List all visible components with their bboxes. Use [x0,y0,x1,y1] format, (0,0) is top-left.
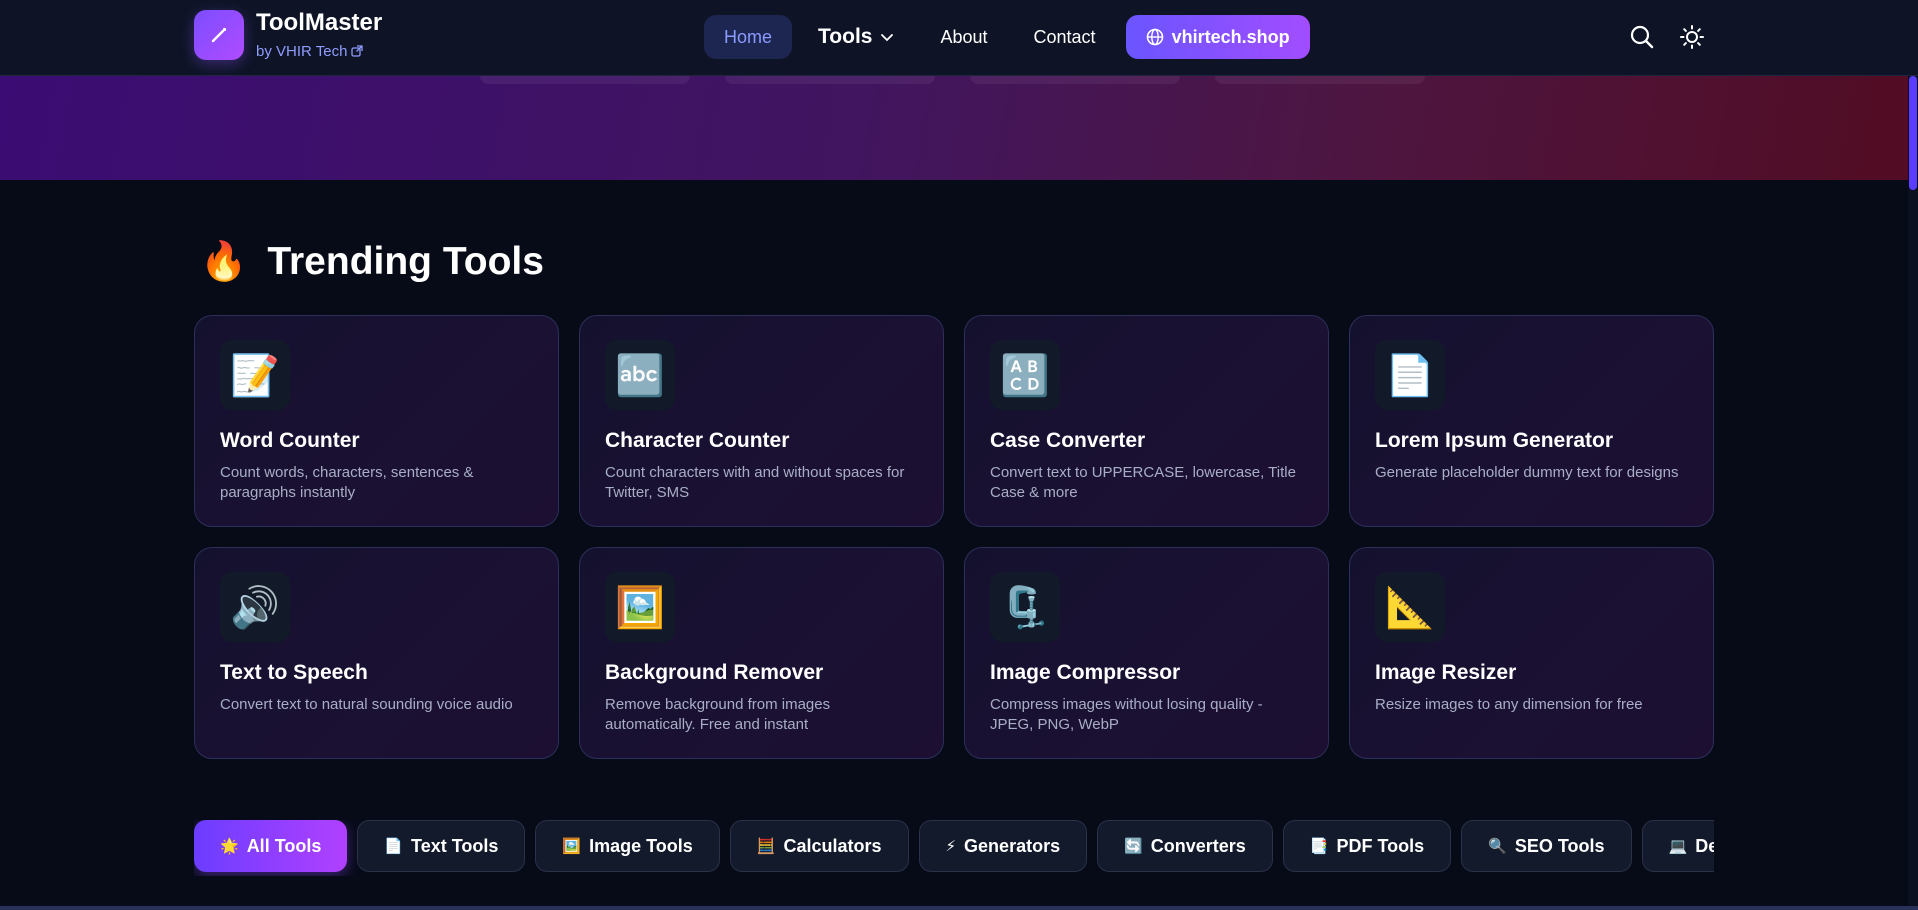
globe-icon [1146,28,1163,46]
tool-card-title: Character Counter [605,429,790,452]
brand-name: ToolMaster [256,8,383,36]
tab-seo-tools[interactable]: 🔍 SEO Tools [1461,820,1632,872]
hero-stat-pill [725,76,935,84]
star-icon: 🌟 [220,838,239,855]
tool-card-word-counter[interactable]: 📝 Word Counter Count words, characters, … [194,315,559,527]
tool-card-image-resizer[interactable]: 📐 Image Resizer Resize images to any dim… [1349,547,1714,759]
tool-card-desc: Compress images without losing quality -… [990,696,1263,733]
tab-calculators[interactable]: 🧮 Calculators [729,820,909,872]
magic-wand-icon [194,10,244,60]
clamp-icon: 🗜️ [990,572,1060,642]
document-icon: 📄 [1375,340,1445,410]
tab-label: Converters [1150,835,1246,856]
tool-card-title: Word Counter [220,429,360,452]
main-nav: Home Tools About Contact vhirtech.shop [704,15,1316,59]
speaker-icon: 🔊 [220,572,290,642]
brand-sub-link[interactable]: by VHIR Tech [256,43,382,60]
tool-card-lorem-ipsum[interactable]: 📄 Lorem Ipsum Generator Generate placeho… [1349,315,1714,527]
laptop-icon: 💻 [1668,838,1688,855]
tab-label: Generators [964,835,1061,856]
hero-stat-pill [970,76,1180,84]
category-tabs: 🌟 All Tools 📄 Text Tools 🖼️ Image Tools … [194,820,1714,876]
picture-icon: 🖼️ [562,838,582,855]
tool-card-desc: Count characters with and without spaces… [605,464,905,501]
tool-card-desc: Generate placeholder dummy text for desi… [1375,464,1679,481]
top-header: ToolMaster by VHIR Tech Home Tools About… [0,0,1918,76]
tool-card-title: Image Resizer [1375,661,1517,684]
tool-card-image-compressor[interactable]: 🗜️ Image Compressor Compress images with… [964,547,1329,759]
memo-icon: 📝 [220,340,290,410]
lightning-icon: ⚡ [945,838,957,855]
tab-image-tools[interactable]: 🖼️ Image Tools [535,820,720,872]
tab-label: Dev [1695,835,1714,856]
refresh-icon: 🔄 [1124,838,1143,855]
tab-pdf-tools[interactable]: 📑 PDF Tools [1282,820,1452,872]
hero-stat-pill [480,76,690,84]
tool-card-title: Text to Speech [220,661,368,684]
section-header: 🔥 Trending Tools [200,240,544,284]
tool-card-desc: Resize images to any dimension for free [1375,696,1643,713]
nav-tools-label: Tools [818,25,873,48]
tool-card-title: Image Compressor [990,661,1181,684]
tool-card-desc: Convert text to natural sounding voice a… [220,696,513,713]
external-link-icon [351,45,364,57]
tab-dev-tools[interactable]: 💻 Dev [1641,820,1714,872]
tab-label: All Tools [246,835,322,856]
fire-icon: 🔥 [200,241,248,283]
abacus-icon: 🧮 [756,838,776,855]
nav-contact[interactable]: Contact [1014,15,1116,59]
hero-banner [0,76,1918,180]
hero-stat-pill [1215,76,1425,84]
abc-icon: 🔤 [605,340,675,410]
shop-button[interactable]: vhirtech.shop [1125,15,1310,59]
tool-card-desc: Count words, characters, sentences & par… [220,464,474,501]
shop-button-label: vhirtech.shop [1171,26,1290,47]
scrollbar-thumb[interactable] [1909,76,1917,190]
tool-card-desc: Convert text to UPPERCASE, lowercase, Ti… [990,464,1296,501]
tab-label: Text Tools [411,835,499,856]
tool-card-case-converter[interactable]: 🔠 Case Converter Convert text to UPPERCA… [964,315,1329,527]
brand[interactable]: ToolMaster by VHIR Tech [194,10,382,60]
tool-card-text-to-speech[interactable]: 🔊 Text to Speech Convert text to natural… [194,547,559,759]
nav-tools-dropdown[interactable]: Tools [798,15,914,59]
triangle-ruler-icon: 📐 [1375,572,1445,642]
search-icon[interactable] [1629,24,1655,50]
tab-all-tools[interactable]: 🌟 All Tools [194,820,348,872]
nav-about[interactable]: About [920,15,1007,59]
tab-label: Image Tools [589,835,693,856]
tool-card-background-remover[interactable]: 🖼️ Background Remover Remove background … [579,547,944,759]
tool-card-desc: Remove background from images automatica… [605,696,831,733]
tab-label: SEO Tools [1514,835,1605,856]
nav-home[interactable]: Home [704,15,793,59]
bottom-divider [0,906,1918,910]
magnifier-icon: 🔍 [1488,838,1507,855]
tab-text-tools[interactable]: 📄 Text Tools [357,820,526,872]
tab-generators[interactable]: ⚡ Generators [918,820,1088,872]
sun-theme-toggle-icon[interactable] [1679,24,1705,50]
pdf-icon: 📑 [1309,838,1329,855]
section-title: Trending Tools [267,240,544,283]
page-scrollbar[interactable] [1908,76,1918,910]
tool-card-title: Case Converter [990,429,1146,452]
abcd-icon: 🔠 [990,340,1060,410]
tool-card-character-counter[interactable]: 🔤 Character Counter Count characters wit… [579,315,944,527]
tab-label: PDF Tools [1336,835,1425,856]
tab-label: Calculators [783,835,882,856]
tab-converters[interactable]: 🔄 Converters [1097,820,1273,872]
chevron-down-icon [881,34,894,42]
picture-icon: 🖼️ [605,572,675,642]
tool-card-title: Lorem Ipsum Generator [1375,429,1614,452]
document-icon: 📄 [384,838,404,855]
tool-card-title: Background Remover [605,661,824,684]
brand-sub-label: by VHIR Tech [256,42,348,60]
